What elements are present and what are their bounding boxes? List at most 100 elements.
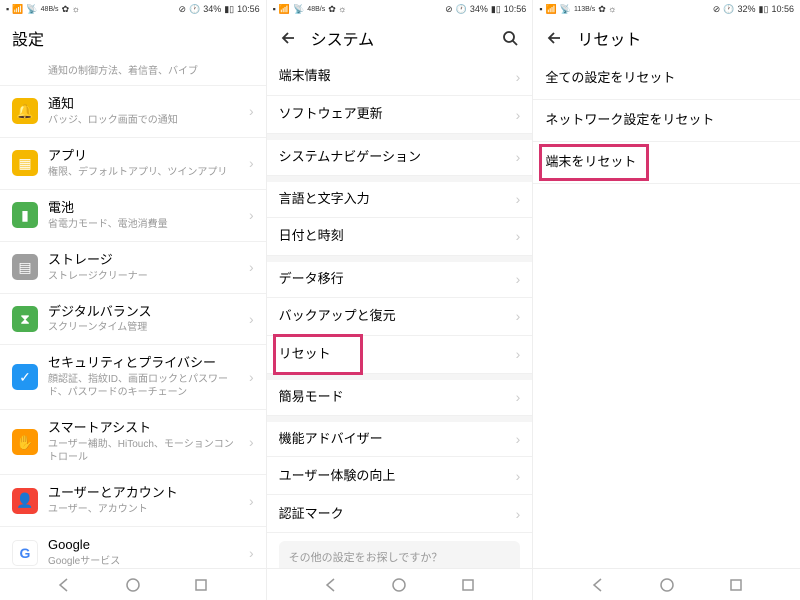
list-item[interactable]: ⧗デジタルバランススクリーンタイム管理› (0, 294, 266, 346)
nav-home[interactable] (656, 574, 678, 596)
hd-icon: ▪ (539, 4, 542, 14)
item-title: ソフトウェア更新 (279, 106, 510, 123)
chevron-right-icon: › (516, 431, 521, 447)
list-item[interactable]: ✓セキュリティとプライバシー顔認証、指紋ID、画面ロックとパスワード、パスワード… (0, 345, 266, 410)
item-subtitle: ストレージクリーナー (48, 270, 243, 283)
nav-recent[interactable] (725, 574, 747, 596)
signal-icon: 📶 (279, 4, 290, 15)
chevron-right-icon: › (249, 493, 254, 509)
item-subtitle: 省電力モード、電池消費量 (48, 218, 243, 231)
hd-icon: ▪ (273, 4, 276, 14)
header: リセット (533, 18, 800, 58)
list-item[interactable]: 機能アドバイザー› (267, 416, 533, 458)
nav-back[interactable] (320, 574, 342, 596)
list-item[interactable]: ▮電池省電力モード、電池消費量› (0, 190, 266, 242)
chevron-right-icon: › (516, 389, 521, 405)
chevron-right-icon: › (516, 308, 521, 324)
app-icon: ✋ (12, 429, 38, 455)
status-bar: ▪ 📶 📡 113B/s ✿ ☼ ⊘ 🕐 32% ▮▯ 10:56 (533, 0, 800, 18)
item-subtitle: ユーザー、アカウント (48, 503, 243, 516)
nav-back[interactable] (587, 574, 609, 596)
battery-pct: 32% (738, 4, 756, 14)
eye-icon: ⊘ (713, 4, 721, 15)
chevron-right-icon: › (516, 271, 521, 287)
header: システム (267, 18, 533, 58)
settings-screen: ▪ 📶 📡 48B/s ✿ ☼ ⊘ 🕐 34% ▮▯ 10:56 設定 通知の制… (0, 0, 267, 600)
net-speed: 48 (307, 6, 315, 13)
chevron-right-icon: › (249, 311, 254, 327)
list-item[interactable]: ▦アプリ権限、デフォルトアプリ、ツインアプリ› (0, 138, 266, 190)
nav-recent[interactable] (457, 574, 479, 596)
clock: 10:56 (504, 4, 527, 14)
item-title: 日付と時刻 (279, 228, 510, 245)
list-item[interactable]: 🔔通知バッジ、ロック画面での通知› (0, 86, 266, 138)
item-title: リセット (279, 346, 510, 363)
list-item[interactable]: 端末情報 › (267, 58, 533, 96)
extra-icons: ✿ ☼ (598, 4, 616, 15)
item-title: ストレージ (48, 252, 243, 269)
list-item[interactable]: リセット › (267, 336, 533, 374)
list-item[interactable]: 👤ユーザーとアカウントユーザー、アカウント› (0, 475, 266, 527)
list-item[interactable]: GGoogleGoogleサービス› (0, 527, 266, 568)
chevron-right-icon: › (516, 346, 521, 362)
list-item[interactable]: 全ての設定をリセット (533, 58, 800, 100)
eye-icon: ⊘ (445, 4, 453, 15)
battery-icon: ▮▯ (759, 4, 769, 15)
item-title: システムナビゲーション (279, 149, 510, 166)
list-item[interactable]: システムナビゲーション › (267, 134, 533, 176)
chevron-right-icon: › (249, 545, 254, 561)
list-item[interactable]: 認証マーク› (267, 495, 533, 533)
wifi-icon: 📡 (26, 4, 37, 15)
search-hint[interactable]: その他の設定をお探しですか？ (279, 541, 521, 568)
app-icon: ✓ (12, 364, 38, 390)
chevron-right-icon: › (516, 149, 521, 165)
clock: 10:56 (771, 4, 794, 14)
alarm-icon: 🕐 (189, 4, 200, 15)
chevron-right-icon: › (249, 259, 254, 275)
app-icon: ▮ (12, 202, 38, 228)
nav-back[interactable] (53, 574, 75, 596)
extra-icons: ✿ ☼ (62, 4, 80, 15)
signal-icon: 📶 (12, 4, 23, 15)
battery-pct: 34% (470, 4, 488, 14)
app-icon: 🔔 (12, 98, 38, 124)
item-subtitle: Googleサービス (48, 555, 243, 568)
list-item[interactable]: ✋スマートアシストユーザー補助、HiTouch、モーションコントロール› (0, 410, 266, 475)
battery-icon: ▮▯ (224, 4, 234, 15)
chevron-right-icon: › (516, 506, 521, 522)
list-item[interactable]: 簡易モード› (267, 374, 533, 416)
list-item[interactable]: データ移行› (267, 256, 533, 298)
net-speed: 48 (41, 6, 49, 13)
list-item[interactable]: 言語と文字入力› (267, 176, 533, 218)
eye-icon: ⊘ (178, 4, 186, 15)
item-title: 全ての設定をリセット (545, 70, 788, 87)
system-list: 端末情報›ソフトウェア更新›システムナビゲーション›言語と文字入力›日付と時刻›… (267, 58, 533, 568)
back-icon[interactable] (545, 28, 565, 48)
list-item[interactable]: ユーザー体験の向上› (267, 457, 533, 495)
nav-recent[interactable] (190, 574, 212, 596)
app-icon: G (12, 540, 38, 566)
chevron-right-icon: › (516, 69, 521, 85)
app-icon: ⧗ (12, 306, 38, 332)
nav-bar (267, 568, 533, 600)
list-item[interactable]: ネットワーク設定をリセット (533, 100, 800, 142)
back-icon[interactable] (279, 28, 299, 48)
list-item[interactable]: ▤ストレージストレージクリーナー› (0, 242, 266, 294)
item-title: 端末情報 (279, 68, 510, 85)
status-bar: ▪ 📶 📡 48B/s ✿ ☼ ⊘ 🕐 34% ▮▯ 10:56 (267, 0, 533, 18)
nav-home[interactable] (388, 574, 410, 596)
extra-icons: ✿ ☼ (328, 4, 346, 15)
list-item[interactable]: 日付と時刻› (267, 218, 533, 256)
hd-icon: ▪ (6, 4, 9, 14)
nav-home[interactable] (122, 574, 144, 596)
chevron-right-icon: › (249, 434, 254, 450)
list-item[interactable]: 端末をリセット (533, 142, 800, 184)
search-icon[interactable] (500, 28, 520, 48)
list-item[interactable]: バックアップと復元› (267, 298, 533, 336)
partial-row[interactable]: 通知の制御方法、着信音、バイブ (0, 58, 266, 86)
list-item[interactable]: ソフトウェア更新› (267, 96, 533, 134)
net-speed: 113 (574, 6, 585, 13)
item-title: スマートアシスト (48, 420, 243, 437)
header: 設定 (0, 18, 266, 58)
page-title: リセット (577, 26, 788, 50)
